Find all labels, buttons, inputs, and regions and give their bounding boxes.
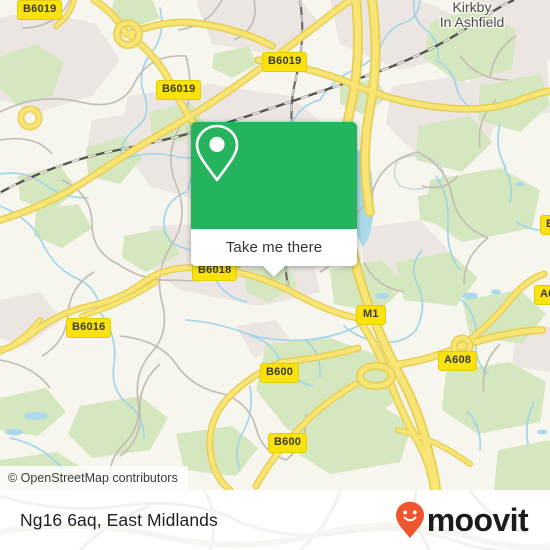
- page-title: Ng16 6aq, East Midlands: [20, 509, 218, 530]
- map-pin-icon: [195, 124, 239, 182]
- popup-icon-area: [191, 122, 357, 229]
- moovit-logo[interactable]: moovit: [395, 501, 529, 539]
- road-shield-clipped-right[interactable]: B: [540, 215, 550, 235]
- moovit-wordmark: moovit: [426, 502, 529, 538]
- map-screenshot: B6019 B6019 B6019 B6018 B6016 B600 B600 …: [0, 0, 550, 550]
- moovit-pin-icon: [395, 501, 424, 539]
- destination-popup[interactable]: Take me there: [191, 122, 357, 277]
- road-shield-a608[interactable]: A608: [438, 351, 478, 371]
- take-me-there-label: Take me there: [225, 239, 323, 256]
- road-shield-b6019-n[interactable]: B6019: [262, 52, 308, 72]
- road-shield-b600-s[interactable]: B600: [268, 433, 308, 453]
- popup-pointer: [263, 266, 285, 277]
- road-shield-b6016[interactable]: B6016: [66, 318, 112, 338]
- road-shield-a60-clipped[interactable]: A60: [534, 285, 550, 305]
- road-shield-b600-n[interactable]: B600: [260, 363, 300, 383]
- road-shield-b6019-nw[interactable]: B6019: [17, 0, 63, 20]
- map-attribution[interactable]: © OpenStreetMap contributors: [0, 466, 188, 490]
- attribution-text: © OpenStreetMap contributors: [8, 471, 178, 485]
- popup-action-area[interactable]: Take me there: [191, 229, 357, 266]
- footer-bar: Ng16 6aq, East Midlands moovit: [0, 490, 550, 550]
- place-label-kirkby-in-ashfield: Kirkby In Ashfield: [439, 0, 505, 30]
- road-shield-b6019-w[interactable]: B6019: [156, 80, 202, 100]
- road-shield-m1[interactable]: M1: [356, 305, 386, 325]
- map-canvas[interactable]: B6019 B6019 B6019 B6018 B6016 B600 B600 …: [0, 0, 550, 490]
